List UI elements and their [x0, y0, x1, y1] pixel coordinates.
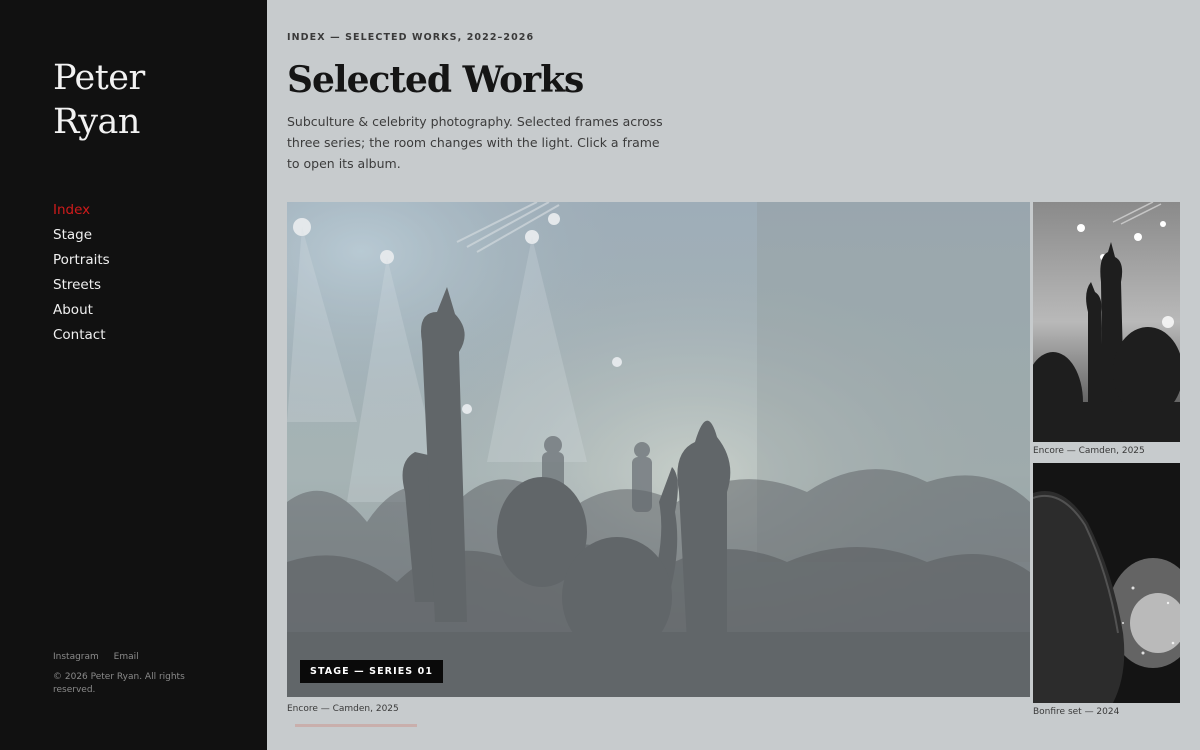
thumbnail-caption: Encore — Camden, 2025 [1033, 446, 1145, 456]
thumbnail-encore[interactable] [1033, 202, 1180, 442]
bonfire-thumbnail-image [1033, 463, 1180, 703]
email-link[interactable]: Email [114, 652, 139, 662]
sidebar: Peter Ryan Index Stage Portraits Streets… [0, 0, 267, 750]
breadcrumb: INDEX — SELECTED WORKS, 2022–2026 [287, 32, 535, 43]
main-nav: Index Stage Portraits Streets About Cont… [53, 198, 110, 348]
brand-name-first: Peter [53, 58, 145, 98]
brand-logo[interactable]: Peter Ryan [53, 56, 145, 144]
featured-photo[interactable] [287, 202, 1030, 697]
nav-item-contact[interactable]: Contact [53, 323, 110, 348]
instagram-link[interactable]: Instagram [53, 652, 99, 662]
copyright: © 2026 Peter Ryan. All rights reserved. [53, 672, 185, 695]
nav-item-about[interactable]: About [53, 298, 110, 323]
featured-caption: Encore — Camden, 2025 [287, 704, 399, 714]
social-links: Instagram Email [53, 652, 151, 662]
nav-item-streets[interactable]: Streets [53, 273, 110, 298]
series-badge[interactable]: STAGE — SERIES 01 [300, 660, 444, 683]
thumbnail-bonfire[interactable] [1033, 463, 1180, 703]
concert-crowd-image [287, 202, 1030, 697]
intro-text: Subculture & celebrity photography. Sele… [287, 114, 663, 171]
brand-name-last: Ryan [53, 102, 140, 142]
progress-underline [295, 724, 417, 727]
page-title: Selected Works [287, 59, 584, 101]
nav-item-stage[interactable]: Stage [53, 223, 110, 248]
nav-item-index[interactable]: Index [53, 198, 110, 223]
concert-thumbnail-image [1033, 202, 1180, 442]
thumbnail-caption: Bonfire set — 2024 [1033, 707, 1120, 717]
nav-item-portraits[interactable]: Portraits [53, 248, 110, 273]
